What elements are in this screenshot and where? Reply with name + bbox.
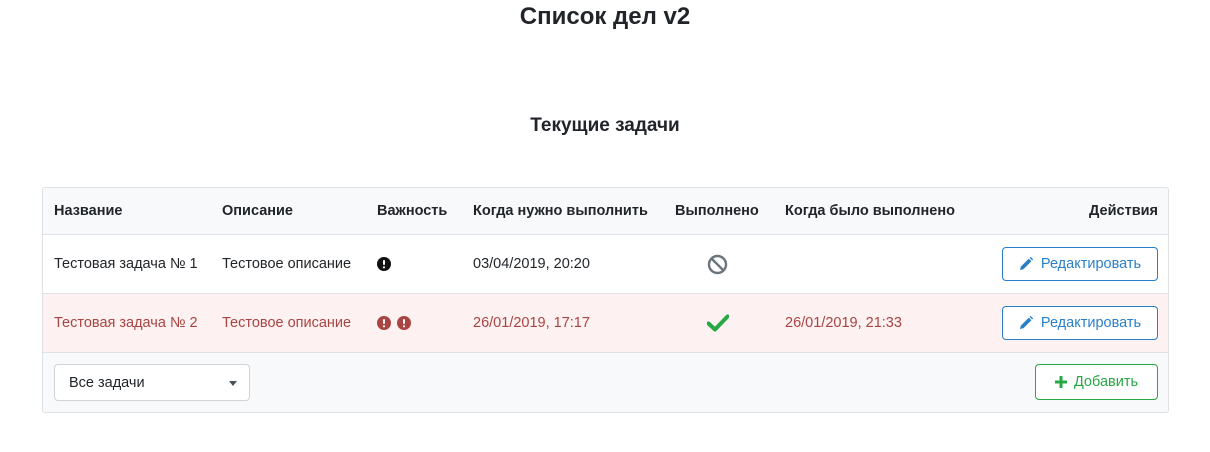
column-header-completed-at: Когда было выполнено xyxy=(785,203,955,219)
task-completed-at: 26/01/2019, 21:33 xyxy=(785,315,902,331)
edit-button[interactable]: Редактировать xyxy=(1002,306,1158,340)
pencil-icon xyxy=(1019,257,1033,270)
importance-indicator xyxy=(377,294,411,352)
caret-down-icon xyxy=(229,381,237,386)
plus-icon xyxy=(1054,376,1067,388)
column-header-name: Название xyxy=(54,203,123,219)
exclamation-circle-icon xyxy=(377,316,391,330)
add-task-button[interactable]: Добавить xyxy=(1035,364,1158,400)
task-due-date: 03/04/2019, 20:20 xyxy=(473,256,590,272)
task-description: Тестовое описание xyxy=(222,256,352,272)
edit-button[interactable]: Редактировать xyxy=(1002,247,1158,281)
actions-cell: Редактировать xyxy=(1002,294,1158,352)
importance-indicator xyxy=(377,235,391,293)
done-status xyxy=(707,294,729,352)
check-icon xyxy=(707,314,729,332)
actions-cell: Редактировать xyxy=(1002,235,1158,293)
table-row: Тестовая задача № 1 Тестовое описание 03… xyxy=(43,235,1168,294)
pencil-icon xyxy=(1019,316,1033,329)
edit-button-label: Редактировать xyxy=(1040,315,1142,331)
exclamation-circle-icon xyxy=(377,257,391,271)
edit-button-label: Редактировать xyxy=(1040,256,1142,272)
column-header-due: Когда нужно выполнить xyxy=(473,203,648,219)
exclamation-circle-icon xyxy=(397,316,411,330)
task-due-date: 26/01/2019, 17:17 xyxy=(473,315,590,331)
table-header: Название Описание Важность Когда нужно в… xyxy=(43,188,1168,235)
page-title: Список дел v2 xyxy=(519,3,691,30)
tasks-card: Название Описание Важность Когда нужно в… xyxy=(42,187,1169,413)
column-header-actions: Действия xyxy=(1089,203,1158,219)
section-title: Текущие задачи xyxy=(530,115,680,136)
task-filter-value: Все задачи xyxy=(69,374,145,391)
task-filter-select[interactable]: Все задачи xyxy=(54,364,250,401)
column-header-done: Выполнено xyxy=(675,203,759,219)
task-description: Тестовое описание xyxy=(222,315,352,331)
done-status xyxy=(707,235,728,293)
task-name: Тестовая задача № 2 xyxy=(54,315,198,331)
task-name: Тестовая задача № 1 xyxy=(54,256,198,272)
column-header-description: Описание xyxy=(222,203,293,219)
ban-icon xyxy=(707,254,728,274)
column-header-importance: Важность xyxy=(377,203,448,219)
add-task-label: Добавить xyxy=(1073,374,1139,390)
table-row: Тестовая задача № 2 Тестовое описание 26… xyxy=(43,294,1168,353)
table-footer: Все задачи Добавить xyxy=(43,353,1168,412)
